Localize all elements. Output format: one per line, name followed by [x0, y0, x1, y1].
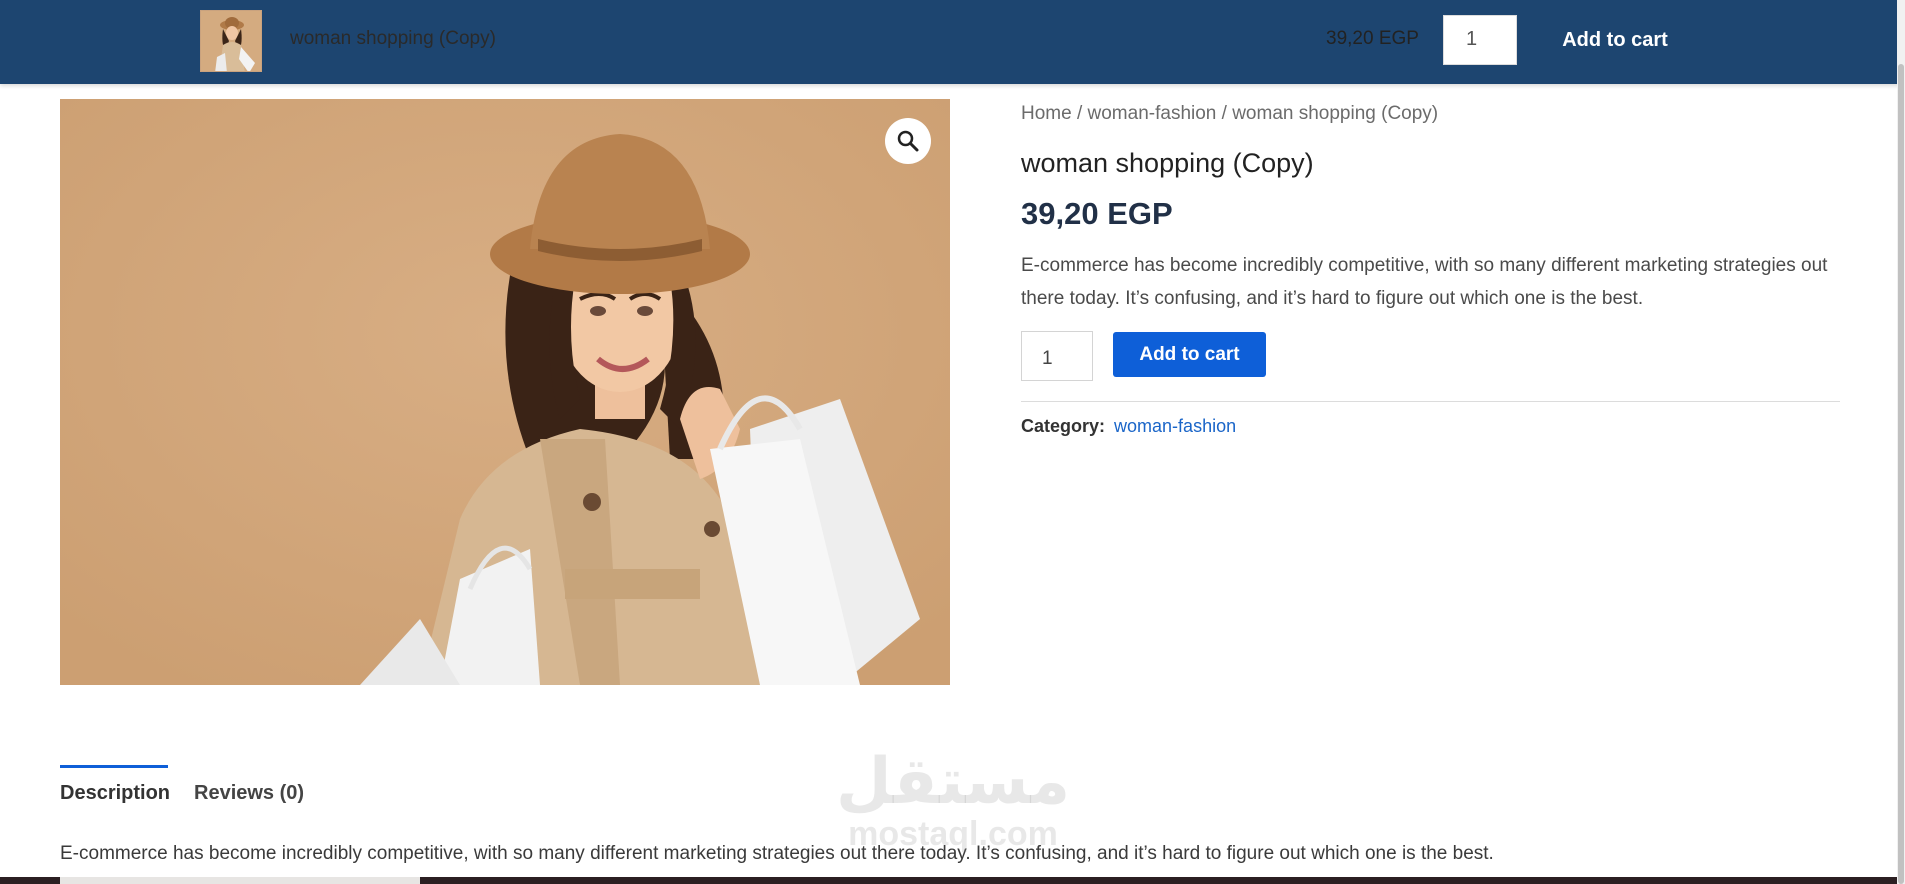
bottom-image-strip-light: [60, 877, 420, 884]
sticky-quantity-input[interactable]: 1: [1443, 15, 1517, 65]
category-label: Category:: [1021, 416, 1106, 436]
quantity-input[interactable]: 1: [1021, 331, 1093, 381]
active-tab-indicator: [60, 765, 168, 768]
product-short-description: E-commerce has become incredibly competi…: [1021, 255, 1828, 309]
sticky-add-to-cart-bar: woman shopping (Copy) 39,20 EGP 1 Add to…: [0, 0, 1905, 84]
watermark-logo: مستقل mostaql.com: [836, 748, 1070, 852]
magnifier-icon: [897, 130, 919, 152]
tab-description[interactable]: Description: [60, 782, 170, 805]
description-text: E-commerce has become incredibly competi…: [60, 843, 1494, 864]
sticky-product-price: 39,20 EGP: [1326, 28, 1419, 49]
woman-with-shopping-bags-illustration: [60, 99, 950, 685]
product-meta: Category: woman-fashion: [1021, 416, 1236, 437]
add-to-cart-button[interactable]: Add to cart: [1113, 332, 1266, 377]
watermark-arabic: مستقل: [836, 745, 1071, 819]
sticky-product-title: woman shopping (Copy): [290, 28, 496, 49]
sticky-product-thumbnail: [200, 10, 262, 72]
product-price: 39,20 EGP: [1021, 196, 1173, 231]
product-main-image[interactable]: [60, 99, 950, 685]
summary-divider: [1021, 401, 1840, 402]
zoom-image-button[interactable]: [885, 118, 931, 164]
page-scrollbar[interactable]: [1897, 0, 1905, 884]
sticky-add-to-cart-button[interactable]: Add to cart: [1548, 15, 1682, 65]
breadcrumb[interactable]: Home / woman-fashion / woman shopping (C…: [1021, 103, 1438, 125]
scrollbar-thumb[interactable]: [1898, 64, 1904, 884]
category-link[interactable]: woman-fashion: [1114, 416, 1236, 436]
product-title: woman shopping (Copy): [1021, 148, 1314, 178]
tab-reviews[interactable]: Reviews (0): [194, 782, 304, 805]
